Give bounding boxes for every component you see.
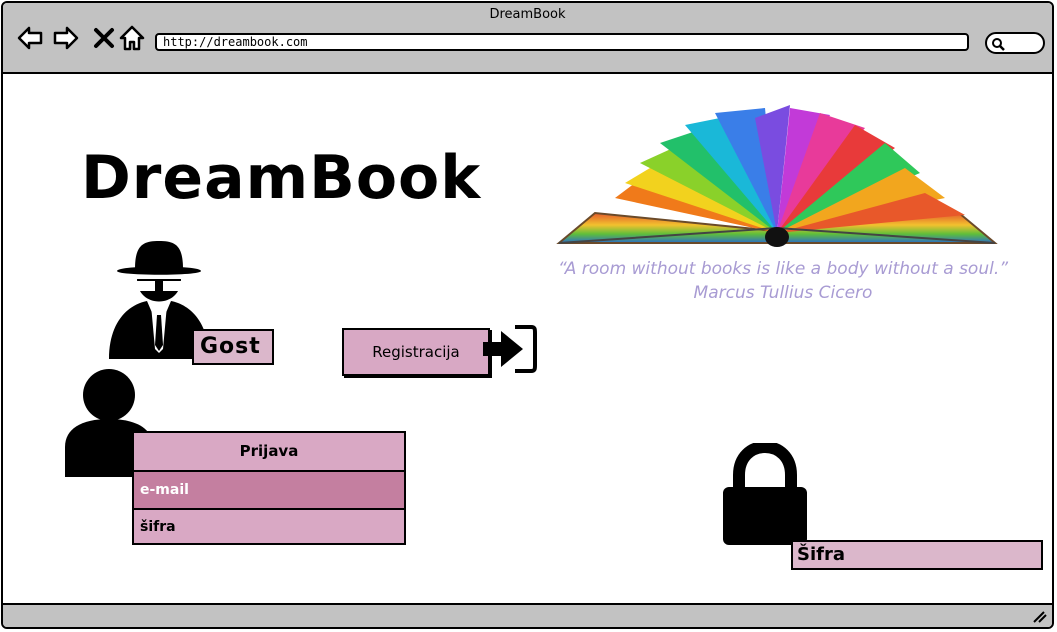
open-book-image	[556, 105, 998, 247]
browser-window: DreamBook http://dreambook.com DreamBook	[1, 1, 1054, 629]
password-label[interactable]: Šifra	[791, 540, 1043, 570]
guest-label[interactable]: Gost	[192, 329, 274, 365]
lock-icon	[723, 443, 807, 545]
window-title: DreamBook	[489, 7, 566, 22]
sign-in-icon[interactable]	[483, 325, 539, 373]
back-icon[interactable]	[17, 25, 43, 51]
stop-icon[interactable]	[91, 25, 117, 51]
site-logo: DreamBook	[81, 143, 482, 213]
register-button[interactable]: Registracija	[342, 328, 490, 376]
login-panel: Prijava e-mail šifra	[132, 431, 406, 545]
email-field[interactable]: e-mail	[134, 472, 404, 510]
home-icon[interactable]	[119, 25, 145, 51]
quote: “A room without books is like a body wit…	[523, 257, 1043, 305]
password-field[interactable]: šifra	[134, 510, 404, 545]
quote-author: Marcus Tullius Cicero	[693, 283, 873, 303]
search-input[interactable]	[985, 32, 1045, 54]
browser-toolbar: DreamBook http://dreambook.com	[3, 3, 1052, 74]
status-bar	[3, 603, 1052, 627]
search-icon	[992, 38, 1005, 51]
resize-grip-icon[interactable]	[1032, 610, 1048, 624]
quote-text: “A room without books is like a body wit…	[557, 259, 1009, 279]
url-input[interactable]: http://dreambook.com	[155, 33, 969, 51]
forward-icon[interactable]	[53, 25, 79, 51]
login-header: Prijava	[134, 433, 404, 472]
